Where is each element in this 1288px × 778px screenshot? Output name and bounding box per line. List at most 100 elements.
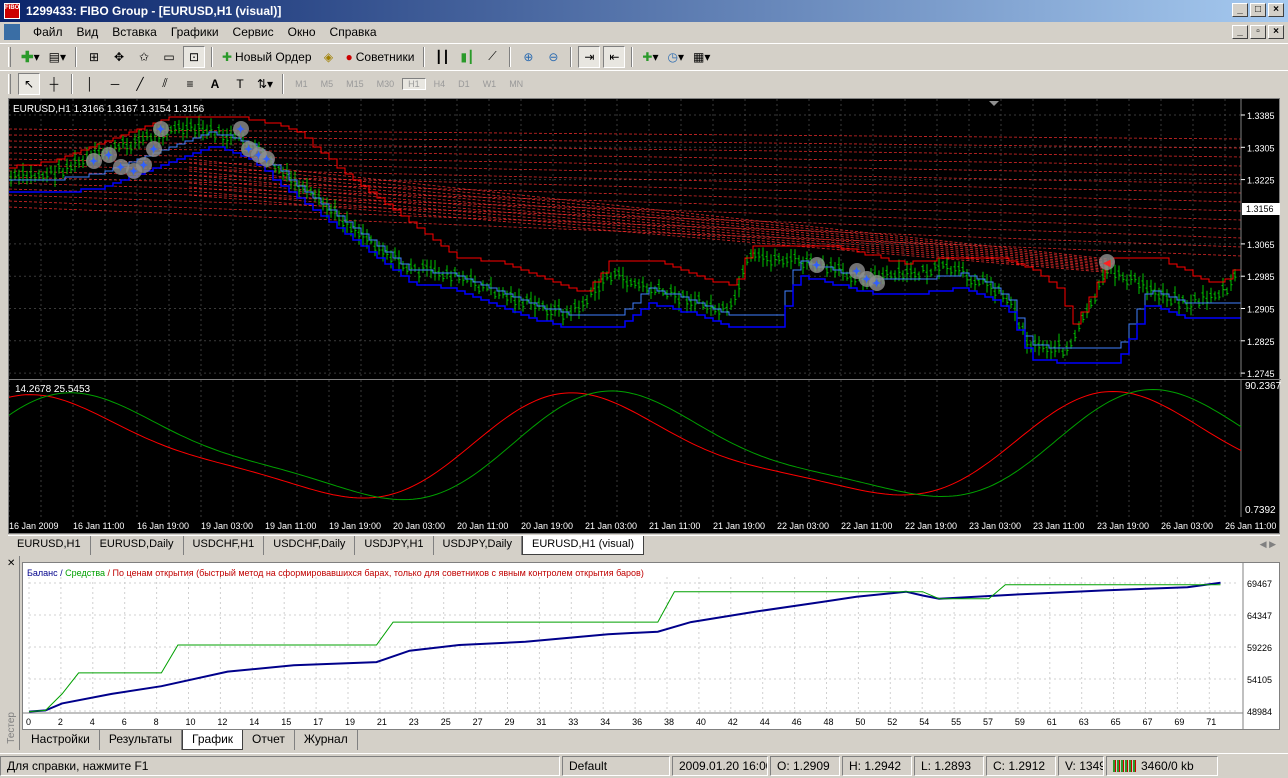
navigator-icon[interactable]: ✩: [133, 46, 155, 68]
document-icon[interactable]: [4, 24, 20, 40]
close-icon[interactable]: ✕: [7, 558, 15, 569]
tester-x-tick: 23: [409, 717, 419, 727]
timeframe-h4[interactable]: H4: [429, 79, 451, 89]
zoom-in-icon[interactable]: ⊕: [517, 46, 539, 68]
minimize-button[interactable]: _: [1232, 3, 1248, 17]
mdi-close-button[interactable]: ×: [1268, 25, 1284, 39]
mdi-minimize-button[interactable]: _: [1232, 25, 1248, 39]
timeframe-m5[interactable]: M5: [316, 79, 339, 89]
tester-icon[interactable]: ⊡: [182, 45, 205, 68]
new-order-button[interactable]: ✚ Новый Ордер: [219, 46, 315, 68]
bar-chart-icon[interactable]: ┃┃: [431, 46, 453, 68]
maximize-button[interactable]: □: [1250, 3, 1266, 17]
periods-icon[interactable]: ◷ ▾: [665, 46, 688, 68]
metaeditor-icon[interactable]: ◈: [318, 46, 340, 68]
vertical-line-icon[interactable]: │: [79, 73, 101, 95]
chart-tab[interactable]: EURUSD,Daily: [91, 536, 184, 555]
tester-x-tick: 33: [568, 717, 578, 727]
tester-tab[interactable]: Результаты: [100, 730, 183, 750]
auto-scroll-icon[interactable]: ⇥: [578, 45, 601, 68]
new-chart-icon[interactable]: ✚ ▾: [18, 46, 43, 68]
status-open: O: 1.2909: [770, 756, 840, 776]
tester-y-tick: 54105: [1247, 675, 1272, 685]
price-tick-label: 1.3225: [1247, 176, 1275, 186]
chart-shift-marker[interactable]: [989, 101, 999, 106]
fibo-app-icon: FIBO: [4, 3, 20, 19]
menu-help[interactable]: Справка: [323, 23, 384, 41]
price-tick-label: 1.2745: [1247, 369, 1275, 377]
tester-y-tick: 69467: [1247, 579, 1272, 589]
tester-x-tick: 31: [536, 717, 546, 727]
menu-tools[interactable]: Сервис: [226, 23, 281, 41]
timeframe-m30[interactable]: M30: [372, 79, 400, 89]
zoom-out-icon[interactable]: ⊖: [542, 46, 564, 68]
tester-x-tick: 27: [473, 717, 483, 727]
candlestick-icon[interactable]: ▮┃: [456, 46, 478, 68]
chart-tab[interactable]: EURUSD,H1 (visual): [522, 536, 645, 555]
new-order-icon: ✚: [221, 49, 233, 64]
chart-tab[interactable]: USDCHF,H1: [184, 536, 265, 555]
experts-icon: ●: [345, 49, 353, 64]
text-label-icon[interactable]: T: [229, 73, 251, 95]
trade-arrow-icon: ✦: [104, 150, 113, 162]
menu-window[interactable]: Окно: [281, 23, 323, 41]
crosshair-icon[interactable]: ┼: [43, 73, 65, 95]
tester-tab[interactable]: Настройки: [22, 730, 100, 750]
trade-arrow-icon: ✦: [116, 162, 125, 174]
price-chart[interactable]: ✦ ✦✦ ✦ ✦✦✦ ✦✦ ✦✦✦ ✦✦ ✦◀ EURUSD,H1 1.3166 1.3167…: [9, 99, 1281, 377]
chart-tab[interactable]: EURUSD,H1: [8, 536, 91, 555]
chart-tab[interactable]: USDJPY,H1: [355, 536, 434, 555]
menu-charts[interactable]: Графики: [164, 23, 226, 41]
fibonacci-icon[interactable]: ≡: [179, 73, 201, 95]
experts-button[interactable]: ● Советники: [343, 46, 418, 68]
tester-x-tick: 55: [951, 717, 961, 727]
time-tick-label: 22 Jan 19:00: [905, 521, 957, 531]
templates-icon[interactable]: ▦▾: [690, 46, 713, 68]
horizontal-line-icon[interactable]: ─: [104, 73, 126, 95]
tester-tab[interactable]: Журнал: [295, 730, 358, 750]
legend-mode: По ценам открытия (быстрый метод на сфор…: [113, 568, 644, 578]
timeframe-m1[interactable]: M1: [290, 79, 313, 89]
tester-graph[interactable]: Баланс / Средства / По ценам открытия (б…: [22, 562, 1280, 730]
indicator-values-label: 14.2678 25.5453: [15, 384, 91, 395]
timeframe-w1[interactable]: W1: [478, 79, 502, 89]
chart-shift-icon[interactable]: ⇤: [603, 45, 626, 68]
drawing-toolbar: ↖ ┼ │ ─ ╱ ⫽ ≡ A T ⇅▾ M1 M5 M15 M30 H1 H4…: [0, 70, 1288, 96]
status-bar: Для справки, нажмите F1 Default 2009.01.…: [0, 753, 1288, 778]
tester-x-tick: 6: [122, 717, 127, 727]
timeframe-h1[interactable]: H1: [402, 77, 426, 90]
menu-insert[interactable]: Вставка: [105, 23, 164, 41]
tester-tab[interactable]: График: [182, 730, 244, 750]
equidistant-channel-icon[interactable]: ⫽: [154, 73, 176, 95]
trendline-icon[interactable]: ╱: [129, 73, 151, 95]
arrows-icon[interactable]: ⇅▾: [254, 73, 276, 95]
cursor-icon[interactable]: ↖: [18, 72, 40, 95]
line-chart-icon[interactable]: ⟋: [481, 46, 503, 68]
menu-view[interactable]: Вид: [70, 23, 106, 41]
tester-tab[interactable]: Отчет: [243, 730, 295, 750]
mdi-restore-button[interactable]: ▫: [1250, 25, 1266, 39]
market-watch-icon[interactable]: ⊞: [83, 46, 105, 68]
chart-tab[interactable]: USDCHF,Daily: [264, 536, 356, 555]
profiles-icon[interactable]: ▤▾: [46, 46, 69, 68]
timeframe-mn[interactable]: MN: [504, 79, 528, 89]
data-window-icon[interactable]: ✥: [108, 46, 130, 68]
text-icon[interactable]: A: [204, 73, 226, 95]
time-tick-label: 19 Jan 03:00: [201, 521, 253, 531]
indicators-icon[interactable]: ✚ ▾: [639, 46, 661, 68]
chart-window[interactable]: ✦ ✦ ✦ ✦ ✦ ✦ ✦ ✦ ✦ ✦ ✦ ✦ ✦ ✦ ✦ ◀ EURUSD,H1 1.3166 1.3167…: [8, 98, 1281, 534]
trade-arrow-icon: ✦: [236, 124, 245, 136]
terminal-icon[interactable]: ▭: [158, 46, 180, 68]
trade-arrow-icon: ✦: [149, 144, 158, 156]
chart-tab[interactable]: USDJPY,Daily: [434, 536, 523, 555]
tester-x-tick: 48: [824, 717, 834, 727]
close-button[interactable]: ×: [1268, 3, 1284, 17]
time-tick-label: 16 Jan 2009: [9, 521, 59, 531]
price-tick-label: 1.2985: [1247, 272, 1275, 282]
tester-label: Тестер: [6, 712, 17, 744]
timeframe-m15[interactable]: M15: [341, 79, 369, 89]
timeframe-d1[interactable]: D1: [453, 79, 475, 89]
menu-file[interactable]: Файл: [26, 23, 70, 41]
oscillator-chart[interactable]: 14.2678 25.5453 90.2367 0.7392: [9, 379, 1281, 517]
tab-scroll-arrows-icon[interactable]: ◀ ▶: [1260, 539, 1276, 550]
